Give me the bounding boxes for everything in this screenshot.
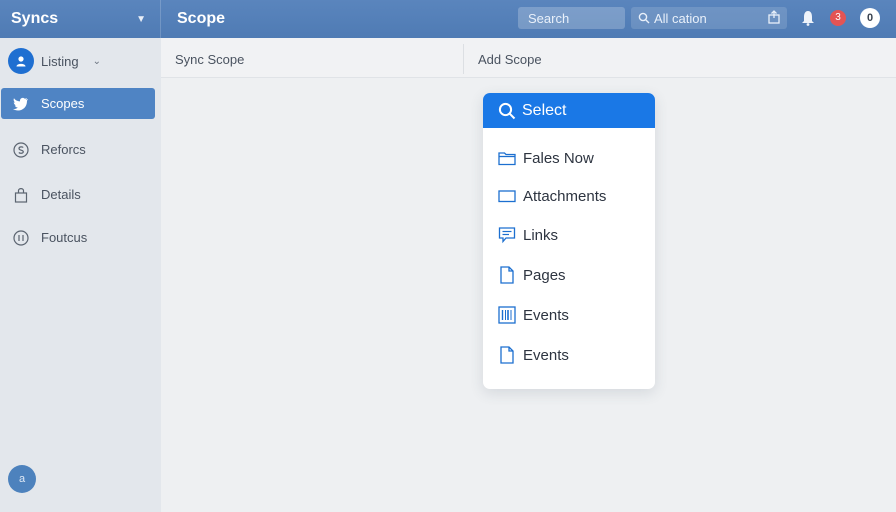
folder-icon [498,149,516,167]
option-label: Events [523,346,569,364]
sidebar-item-label: Scopes [41,96,85,111]
search-placeholder: Search [528,10,570,26]
option-files-now[interactable]: Fales Now [498,147,594,169]
user-label: Listing [41,53,79,69]
option-events-2[interactable]: Events [498,344,569,366]
sidebar-item-details[interactable]: Details [1,179,155,210]
app-switcher[interactable]: Syncs ▼ [0,0,161,38]
sidebar-item-label: Details [41,187,81,202]
sidebar-item-reforcs[interactable]: Reforcs [1,134,155,165]
notification-field-text: All cation [654,10,707,26]
help-button[interactable]: a [8,465,36,493]
option-label: Pages [523,266,566,284]
sidebar-item-label: Reforcs [41,142,86,157]
bell-icon[interactable] [801,10,815,26]
document-icon [498,346,516,364]
search-icon [498,102,516,119]
user-icon [16,56,26,67]
chevron-down-icon: ⌄ [92,55,101,67]
avatar [8,48,34,74]
barcode-icon [498,306,516,324]
option-links[interactable]: Links [498,224,558,246]
option-label: Links [523,226,559,244]
dropdown-search[interactable]: Select [483,93,655,128]
file-icon [498,266,516,284]
user-menu[interactable]: Listing ⌄ [0,38,161,84]
currency-icon [12,141,30,159]
profile-badge[interactable]: 0 [860,8,880,28]
select-dropdown: Select Fales Now Attachments Links Pages… [483,93,655,389]
bird-icon [12,95,30,113]
option-label: Fales Now [523,149,594,167]
notification-badge[interactable]: 3 [830,10,846,26]
share-icon[interactable] [767,10,781,24]
option-label: Attachments [523,187,607,205]
sidebar-item-label: Foutcus [41,230,88,245]
sidebar-item-scopes[interactable]: Scopes [1,88,155,119]
sync-scope-column: Sync Scope [175,52,245,67]
sidebar-item-foutcus[interactable]: Foutcus [1,222,155,253]
window-icon [498,187,516,205]
notification-field[interactable]: All cation [631,7,787,29]
option-attachments[interactable]: Attachments [498,185,606,207]
gauge-icon [12,229,30,247]
page-title: Scope [177,10,226,27]
search-input[interactable]: Search [518,7,625,29]
content-header: Sync Scope Add Scope [161,38,896,78]
chevron-down-icon: ▼ [136,13,146,25]
column-divider [463,44,464,74]
dropdown-title: Select [522,101,567,119]
search-icon [638,12,650,24]
comment-icon [498,226,516,244]
option-label: Events [523,306,569,324]
app-title: Syncs [11,10,59,27]
add-scope-column[interactable]: Add Scope [478,52,542,67]
bag-icon [12,186,30,204]
sidebar: Listing ⌄ Scopes Reforcs Details Foutcus… [0,38,161,512]
option-events[interactable]: Events [498,304,569,326]
option-pages[interactable]: Pages [498,264,566,286]
